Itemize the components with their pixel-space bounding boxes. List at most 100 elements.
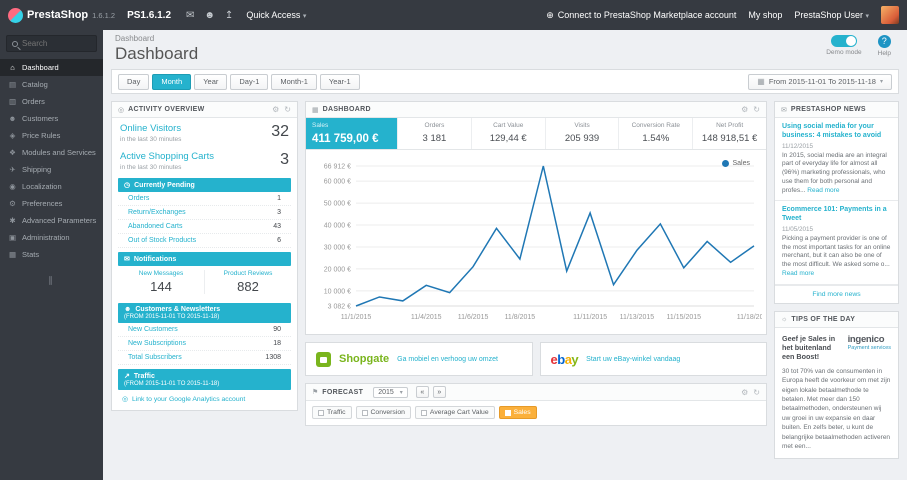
sidebar-item-catalog[interactable]: ▤ Catalog	[0, 76, 103, 93]
forecast-year-select[interactable]: 2015 ▾	[373, 386, 408, 398]
sidebar-item-customers[interactable]: ☻ Customers	[0, 110, 103, 127]
range-button-year[interactable]: Year	[194, 73, 228, 90]
abandoned-carts-link[interactable]: Abandoned Carts	[128, 223, 182, 230]
news-article-title[interactable]: Using social media for your business: 4 …	[782, 123, 891, 141]
find-more-news-link[interactable]: Find more news	[775, 284, 898, 303]
product-reviews-cell[interactable]: Product Reviews 882	[204, 270, 291, 294]
forecast-prev-button[interactable]: «	[415, 386, 429, 398]
sidebar-item-label: Preferences	[22, 199, 63, 208]
shopgate-link[interactable]: Ga mobiel en verhoog uw omzet	[397, 356, 498, 363]
sidebar-item-price-rules[interactable]: ◈ Price Rules	[0, 127, 103, 144]
sidebar-item-label: Modules and Services	[22, 148, 96, 157]
google-analytics-label: Link to your Google Analytics account	[131, 395, 246, 403]
online-visitors-value: 32	[271, 123, 289, 140]
traffic-header: ↗ Traffic (FROM 2015-11-01 TO 2015-11-18)	[118, 369, 291, 390]
sidebar-item-preferences[interactable]: ⚙ Preferences	[0, 195, 103, 212]
sidebar-item-advanced-parameters[interactable]: ✱ Advanced Parameters	[0, 212, 103, 229]
activity-overview-panel: ◎ Activity overview ⚙ ↻ Online Visitors …	[111, 101, 298, 411]
out-of-stock-link[interactable]: Out of Stock Products	[128, 237, 196, 244]
chart-legend[interactable]: Sales	[722, 160, 750, 167]
forecast-next-button[interactable]: »	[432, 386, 446, 398]
sales-chart-area: 3 082 € 10 000 € 20 000 € 30 000 € 40 000 € 5…	[306, 150, 766, 334]
sidebar-item-stats[interactable]: ▦ Stats	[0, 246, 103, 263]
sidebar-collapse-button[interactable]: ∥	[0, 275, 103, 286]
help-icon[interactable]: ?	[877, 35, 891, 48]
sidebar-search[interactable]	[6, 35, 97, 52]
active-carts-stat: Active Shopping Carts in the last 30 min…	[112, 146, 297, 174]
range-button-month[interactable]: Month	[152, 73, 192, 90]
kpi-cart-value[interactable]: Cart Value 129,44 €	[470, 118, 545, 149]
ebay-link[interactable]: Start uw eBay-winkel vandaag	[586, 356, 680, 363]
sidebar-item-administration[interactable]: ▣ Administration	[0, 229, 103, 246]
prestashop-news-panel: ✉ PrestaShop News Using social media for…	[774, 101, 899, 304]
filter-sales[interactable]: Sales	[498, 406, 537, 419]
active-carts-link[interactable]: Active Shopping Carts	[120, 151, 214, 162]
range-button-day[interactable]: Day	[118, 73, 150, 90]
online-visitors-link[interactable]: Online Visitors	[120, 123, 181, 134]
ingenico-subtitle: Payment services	[847, 344, 891, 351]
upload-icon[interactable]: ↥	[225, 10, 233, 21]
kpi-visits[interactable]: Visits 205 939	[544, 118, 619, 149]
ebay-logo: ebay	[550, 351, 579, 367]
stats-icon: ▦	[8, 250, 17, 259]
new-messages-cell[interactable]: New Messages 144	[118, 270, 204, 294]
gear-icon[interactable]: ⚙	[272, 105, 279, 114]
refresh-icon[interactable]: ↻	[284, 105, 291, 114]
news-article-title[interactable]: Ecommerce 101: Payments in a Tweet	[782, 206, 891, 224]
quick-access-menu[interactable]: Quick Access ▾	[246, 10, 306, 20]
user-menu[interactable]: PrestaShop User ▾	[794, 10, 869, 20]
kpi-net-profit[interactable]: Net Profit 148 918,51 €	[692, 118, 766, 149]
read-more-link[interactable]: Read more	[807, 187, 839, 194]
kpi-conversion-rate[interactable]: Conversion Rate 1.54%	[618, 118, 692, 149]
sidebar-item-label: Shipping	[22, 165, 52, 174]
date-range-button[interactable]: ▦ From 2015-11-01 To 2015-11-18 ▾	[748, 73, 892, 90]
filter-traffic[interactable]: Traffic	[312, 406, 352, 419]
checkbox-icon	[420, 409, 427, 416]
news-article-date: 11/12/2015	[782, 142, 814, 150]
total-subscribers-link[interactable]: Total Subscribers	[128, 354, 182, 361]
range-button-year-1[interactable]: Year-1	[319, 73, 360, 90]
read-more-link[interactable]: Read more	[782, 270, 814, 277]
demo-mode: Demo mode	[826, 35, 862, 57]
gear-icon[interactable]: ⚙	[741, 105, 748, 114]
svg-text:3 082 €: 3 082 €	[328, 304, 351, 311]
avatar[interactable]	[881, 6, 899, 24]
out-of-stock-row: Out of Stock Products 6	[118, 234, 291, 248]
new-subscriptions-link[interactable]: New Subscriptions	[128, 340, 186, 347]
kpi-sales[interactable]: Sales 411 759,00 €	[306, 118, 398, 149]
kpi-orders[interactable]: Orders 3 181	[397, 118, 471, 149]
sidebar-item-label: Localization	[22, 182, 62, 191]
sidebar-item-shipping[interactable]: ✈ Shipping	[0, 161, 103, 178]
range-button-month-1[interactable]: Month-1	[271, 73, 317, 90]
sidebar-item-localization[interactable]: ◉ Localization	[0, 178, 103, 195]
refresh-icon[interactable]: ↻	[753, 105, 760, 114]
main-content: Dashboard Dashboard Demo mode ? Help Day…	[103, 30, 907, 480]
pending-orders-link[interactable]: Orders	[128, 195, 149, 202]
marketplace-link[interactable]: ⊕ Connect to PrestaShop Marketplace acco…	[546, 10, 736, 21]
kpi-row: Sales 411 759,00 € Orders 3 181 Cart Value…	[306, 118, 766, 150]
search-input[interactable]	[22, 39, 92, 48]
profile-icon[interactable]: ☻	[204, 10, 215, 21]
news-panel-title: PrestaShop News	[790, 106, 866, 113]
sidebar-item-orders[interactable]: ▥ Orders	[0, 93, 103, 110]
shop-name-menu[interactable]: PS1.6.1.2	[127, 10, 171, 21]
dashboard-panel: ▦ Dashboard ⚙ ↻ Sales 411 759,00 € Orders…	[305, 101, 767, 335]
gear-icon[interactable]: ⚙	[741, 388, 748, 397]
date-range-label: From 2015-11-01 To 2015-11-18	[768, 77, 876, 86]
new-customers-link[interactable]: New Customers	[128, 326, 178, 333]
toggle-knob	[845, 36, 856, 46]
range-button-day-1[interactable]: Day-1	[230, 73, 269, 90]
demo-mode-toggle[interactable]	[830, 35, 857, 47]
refresh-icon[interactable]: ↻	[753, 388, 760, 397]
filter-average-cart-value[interactable]: Average Cart Value	[414, 406, 495, 419]
news-article-excerpt: In 2015, social media are an integral pa…	[782, 151, 887, 194]
pending-returns-link[interactable]: Return/Exchanges	[128, 209, 186, 216]
sidebar-item-dashboard[interactable]: ⌂ Dashboard	[0, 59, 103, 76]
quick-access-label: Quick Access	[246, 10, 301, 20]
sidebar-item-modules[interactable]: ❖ Modules and Services	[0, 144, 103, 161]
out-of-stock-value: 6	[277, 237, 281, 244]
google-analytics-link[interactable]: ◎ Link to your Google Analytics account	[112, 390, 297, 410]
filter-conversion[interactable]: Conversion	[355, 406, 411, 419]
messages-icon[interactable]: ✉	[186, 10, 194, 21]
my-shop-link[interactable]: My shop	[748, 10, 782, 20]
